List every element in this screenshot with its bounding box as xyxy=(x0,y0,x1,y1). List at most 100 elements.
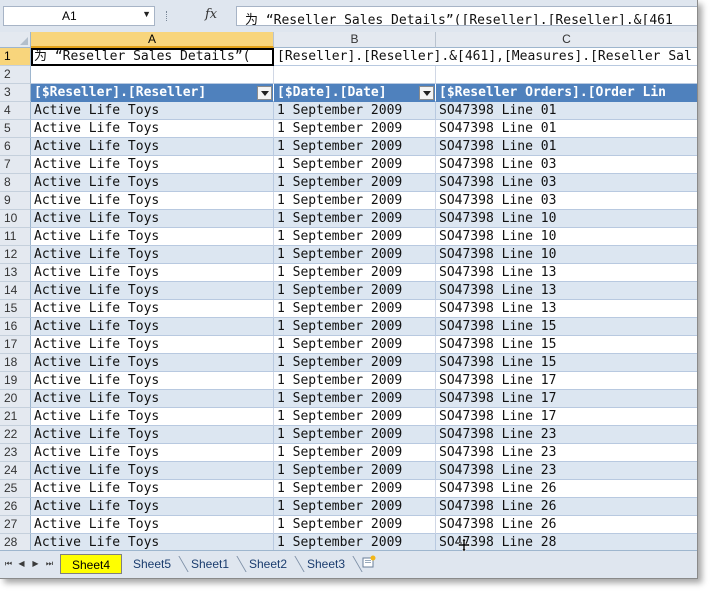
cell-order-line[interactable]: SO47398 Line 01 xyxy=(436,138,697,156)
cell-order-line[interactable]: SO47398 Line 17 xyxy=(436,372,697,390)
cell-reseller[interactable]: Active Life Toys xyxy=(31,462,274,480)
cell-order-line[interactable]: SO47398 Line 01 xyxy=(436,102,697,120)
cell-date[interactable]: 1 September 2009 xyxy=(274,102,436,120)
row-header[interactable]: 24 xyxy=(0,462,31,480)
cell-date[interactable]: 1 September 2009 xyxy=(274,138,436,156)
cell-order-line[interactable]: SO47398 Line 13 xyxy=(436,264,697,282)
select-all-button[interactable] xyxy=(0,32,31,48)
cell-order-line[interactable]: SO47398 Line 03 xyxy=(436,174,697,192)
row-header[interactable]: 9 xyxy=(0,192,31,210)
row-header[interactable]: 23 xyxy=(0,444,31,462)
cell-order-line[interactable]: SO47398 Line 26 xyxy=(436,480,697,498)
cell-order-line[interactable]: SO47398 Line 26 xyxy=(436,516,697,534)
first-sheet-icon[interactable]: ⏮ xyxy=(3,558,14,570)
name-box[interactable]: A1 ▼ xyxy=(3,6,155,26)
row-header[interactable]: 15 xyxy=(0,300,31,318)
cell-date[interactable]: 1 September 2009 xyxy=(274,120,436,138)
row-header[interactable]: 5 xyxy=(0,120,31,138)
cell-order-line[interactable]: SO47398 Line 10 xyxy=(436,228,697,246)
cell-date[interactable]: 1 September 2009 xyxy=(274,156,436,174)
row-header[interactable]: 16 xyxy=(0,318,31,336)
cell-order-line[interactable]: SO47398 Line 15 xyxy=(436,354,697,372)
cell-reseller[interactable]: Active Life Toys xyxy=(31,138,274,156)
row-header[interactable]: 27 xyxy=(0,516,31,534)
row-header[interactable]: 1 xyxy=(0,48,31,66)
row-header[interactable]: 18 xyxy=(0,354,31,372)
cell-reseller[interactable]: Active Life Toys xyxy=(31,480,274,498)
cell-date[interactable]: 1 September 2009 xyxy=(274,390,436,408)
sheet-tab-sheet4[interactable]: Sheet4 xyxy=(60,554,122,574)
cell-date[interactable]: 1 September 2009 xyxy=(274,516,436,534)
cell-date[interactable]: 1 September 2009 xyxy=(274,498,436,516)
row-header[interactable]: 4 xyxy=(0,102,31,120)
cell-reseller[interactable]: Active Life Toys xyxy=(31,336,274,354)
cell-reseller[interactable]: Active Life Toys xyxy=(31,444,274,462)
cell-date[interactable]: 1 September 2009 xyxy=(274,192,436,210)
cell-order-line[interactable]: SO47398 Line 23 xyxy=(436,444,697,462)
cell-date[interactable]: 1 September 2009 xyxy=(274,480,436,498)
cell-a1[interactable]: 为 “Reseller Sales Details”( xyxy=(31,48,274,66)
row-header[interactable]: 3 xyxy=(0,84,31,102)
cell-reseller[interactable]: Active Life Toys xyxy=(31,516,274,534)
cell-date[interactable]: 1 September 2009 xyxy=(274,174,436,192)
cell-reseller[interactable]: Active Life Toys xyxy=(31,210,274,228)
sheet-tab-sheet5[interactable]: Sheet5 xyxy=(124,554,189,574)
sheet-tab-sheet3[interactable]: Sheet3 xyxy=(298,554,363,574)
row-header[interactable]: 25 xyxy=(0,480,31,498)
sheet-tab-sheet1[interactable]: Sheet1 xyxy=(182,554,247,574)
cell-c2[interactable] xyxy=(436,66,697,84)
cell-reseller[interactable]: Active Life Toys xyxy=(31,318,274,336)
cell-date[interactable]: 1 September 2009 xyxy=(274,336,436,354)
cell-reseller[interactable]: Active Life Toys xyxy=(31,246,274,264)
row-header[interactable]: 14 xyxy=(0,282,31,300)
insert-function-button[interactable]: fx xyxy=(205,7,229,25)
cell-reseller[interactable]: Active Life Toys xyxy=(31,408,274,426)
cell-date[interactable]: 1 September 2009 xyxy=(274,354,436,372)
cell-date[interactable]: 1 September 2009 xyxy=(274,300,436,318)
cell-date[interactable]: 1 September 2009 xyxy=(274,318,436,336)
cell-reseller[interactable]: Active Life Toys xyxy=(31,372,274,390)
cell-date[interactable]: 1 September 2009 xyxy=(274,282,436,300)
cell-reseller[interactable]: Active Life Toys xyxy=(31,426,274,444)
row-header[interactable]: 26 xyxy=(0,498,31,516)
cell-reseller[interactable]: Active Life Toys xyxy=(31,300,274,318)
insert-sheet-icon[interactable] xyxy=(362,555,376,569)
chevron-down-icon[interactable]: ▼ xyxy=(142,9,151,19)
cell-order-line[interactable]: SO47398 Line 17 xyxy=(436,390,697,408)
cell-order-line[interactable]: SO47398 Line 23 xyxy=(436,426,697,444)
row-header[interactable]: 2 xyxy=(0,66,31,84)
row-header[interactable]: 13 xyxy=(0,264,31,282)
cell-date[interactable]: 1 September 2009 xyxy=(274,246,436,264)
next-sheet-icon[interactable]: ▶ xyxy=(30,558,41,570)
cell-date[interactable]: 1 September 2009 xyxy=(274,372,436,390)
row-header[interactable]: 11 xyxy=(0,228,31,246)
cell-order-line[interactable]: SO47398 Line 26 xyxy=(436,498,697,516)
cell-date[interactable]: 1 September 2009 xyxy=(274,408,436,426)
cell-order-line[interactable]: SO47398 Line 03 xyxy=(436,192,697,210)
cell-date[interactable]: 1 September 2009 xyxy=(274,264,436,282)
last-sheet-icon[interactable]: ⏭ xyxy=(44,558,55,570)
cell-reseller[interactable]: Active Life Toys xyxy=(31,228,274,246)
column-header-c[interactable]: C xyxy=(436,32,697,48)
header-cell-order-line[interactable]: [$Reseller Orders].[Order Lin xyxy=(436,84,697,102)
sheet-tab-sheet2[interactable]: Sheet2 xyxy=(240,554,305,574)
formula-input[interactable]: 为 “Reseller Sales Details”([Reseller].[R… xyxy=(236,6,697,26)
cell-order-line[interactable]: SO47398 Line 01 xyxy=(436,120,697,138)
row-header[interactable]: 6 xyxy=(0,138,31,156)
cell-reseller[interactable]: Active Life Toys xyxy=(31,120,274,138)
cell-reseller[interactable]: Active Life Toys xyxy=(31,354,274,372)
header-cell-reseller[interactable]: [$Reseller].[Reseller] xyxy=(31,84,274,102)
cell-b2[interactable] xyxy=(274,66,436,84)
cell-order-line[interactable]: SO47398 Line 10 xyxy=(436,246,697,264)
filter-dropdown-icon[interactable] xyxy=(257,86,272,100)
row-header[interactable]: 21 xyxy=(0,408,31,426)
header-cell-date[interactable]: [$Date].[Date] xyxy=(274,84,436,102)
cell-reseller[interactable]: Active Life Toys xyxy=(31,174,274,192)
resize-grip-icon[interactable] xyxy=(166,11,169,21)
cell-order-line[interactable]: SO47398 Line 17 xyxy=(436,408,697,426)
row-header[interactable]: 10 xyxy=(0,210,31,228)
column-header-b[interactable]: B xyxy=(274,32,436,48)
row-header[interactable]: 7 xyxy=(0,156,31,174)
cell-date[interactable]: 1 September 2009 xyxy=(274,210,436,228)
cell-reseller[interactable]: Active Life Toys xyxy=(31,390,274,408)
